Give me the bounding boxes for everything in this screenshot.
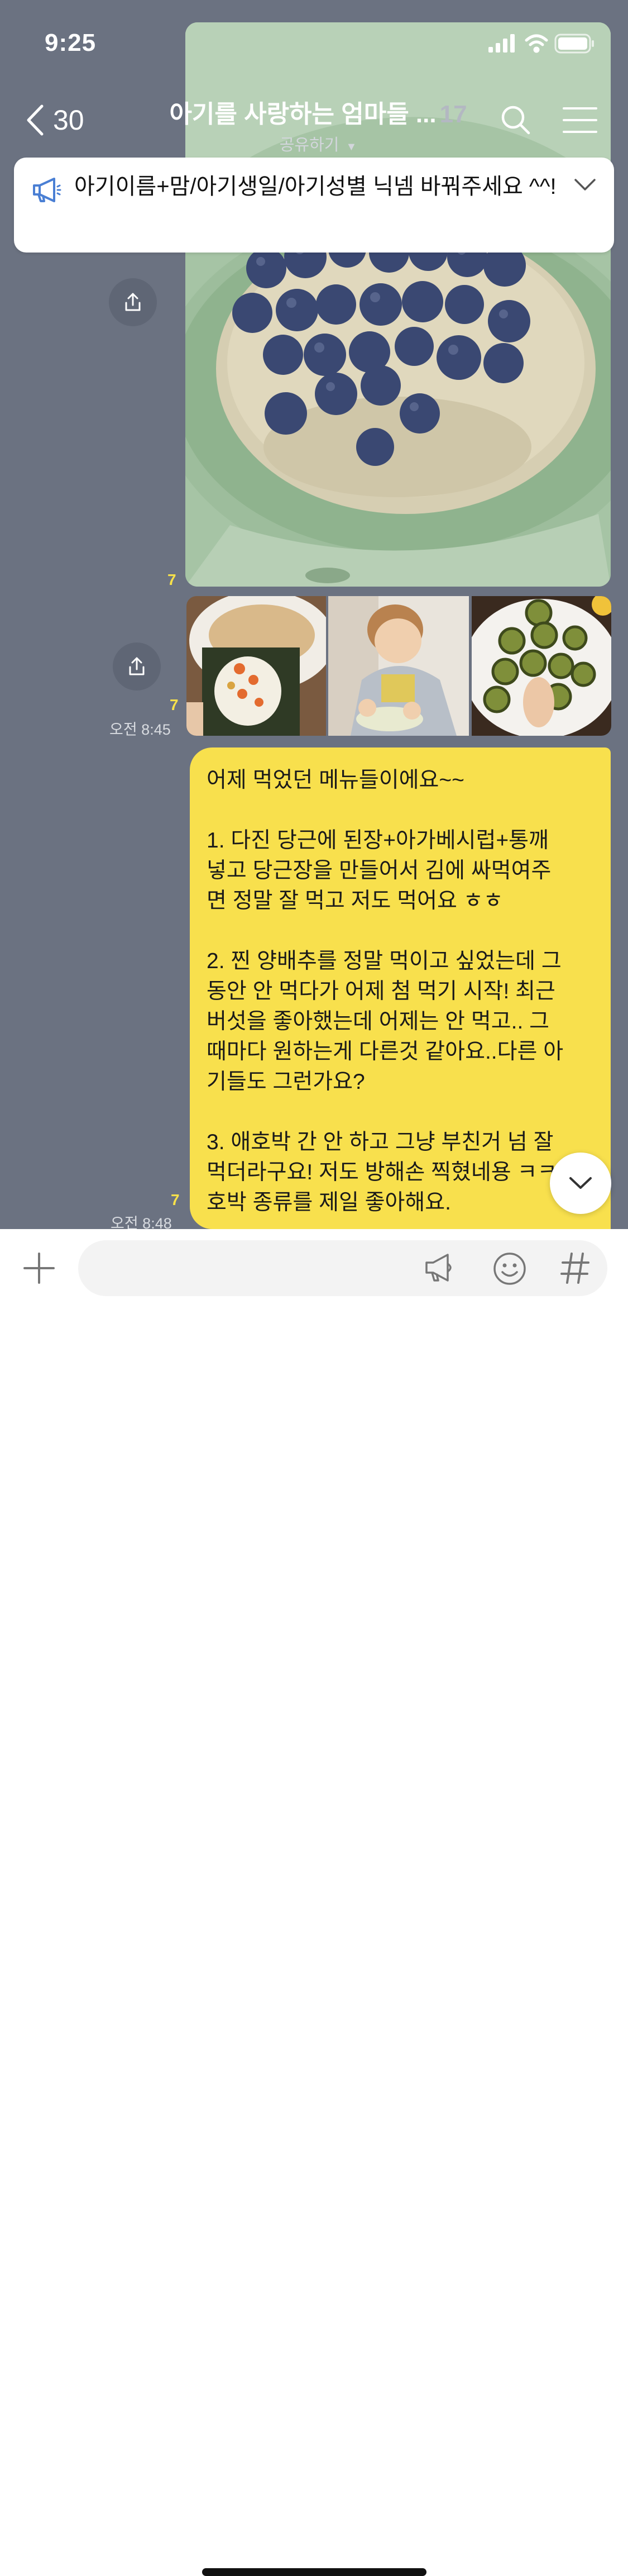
chevron-left-icon bbox=[27, 104, 44, 136]
share-label: 공유하기 bbox=[279, 136, 339, 154]
megaphone-icon bbox=[425, 1254, 452, 1282]
status-indicators bbox=[488, 34, 594, 54]
wifi-icon bbox=[525, 34, 548, 53]
zucchini-photo bbox=[472, 596, 611, 736]
read-count-photo: 7 bbox=[167, 571, 176, 588]
chat-title-area[interactable]: 아기를 사랑하는 엄마들 ... 17 공유하기 ▼ bbox=[151, 94, 486, 155]
search-icon bbox=[501, 106, 530, 135]
chat-header: 30 아기를 사랑하는 엄마들 ... 17 공유하기 ▼ bbox=[0, 84, 628, 156]
scroll-to-bottom-button[interactable] bbox=[550, 1153, 611, 1214]
home-indicator bbox=[202, 2568, 426, 2576]
album-photo-child[interactable] bbox=[328, 596, 469, 736]
unread-chats-count: 30 bbox=[53, 104, 84, 136]
announcement-button[interactable] bbox=[423, 1251, 457, 1288]
signal-icon bbox=[488, 34, 515, 53]
status-icons bbox=[488, 32, 600, 55]
notice-text: 아기이름+맘/아기생일/아기성별 닉넴 바꿔주세요 ^^! bbox=[74, 174, 557, 199]
megaphone-icon bbox=[32, 178, 62, 206]
smiley-icon bbox=[493, 1253, 526, 1285]
chat-area[interactable]: 7 7 오전 8:45 어제 먹었던 메뉴들이에요~~ 1. 다진 당근에 된장… bbox=[0, 0, 628, 1229]
seaweed-rice-photo bbox=[186, 596, 326, 736]
emoticon-button[interactable] bbox=[492, 1251, 527, 1289]
search-button[interactable] bbox=[500, 104, 532, 139]
share-icon bbox=[129, 657, 145, 675]
share-dropdown[interactable]: 공유하기 ▼ bbox=[151, 132, 486, 155]
message-input[interactable] bbox=[78, 1240, 607, 1296]
status-bar: 9:25 bbox=[0, 0, 628, 84]
album-photo-zucchini[interactable] bbox=[472, 596, 611, 736]
share-button-album[interactable] bbox=[113, 642, 161, 691]
message-time-text: 오전 8:48 bbox=[111, 1215, 172, 1229]
chevron-down-icon bbox=[574, 179, 596, 191]
status-time: 9:25 bbox=[45, 29, 97, 56]
message-input-bar bbox=[0, 1229, 628, 2576]
caret-down-icon: ▼ bbox=[346, 141, 357, 153]
attach-button[interactable] bbox=[22, 1251, 56, 1288]
message-time-album: 오전 8:45 bbox=[109, 721, 171, 738]
plus-icon bbox=[23, 1253, 55, 1284]
hashtag-icon bbox=[560, 1253, 589, 1284]
battery-icon bbox=[554, 34, 594, 54]
hamburger-menu-icon bbox=[563, 107, 597, 133]
share-icon bbox=[125, 293, 141, 311]
back-button[interactable]: 30 bbox=[25, 101, 84, 140]
read-count-album: 7 bbox=[170, 696, 179, 713]
album-photo-seaweed[interactable] bbox=[186, 596, 326, 736]
child-eating-photo bbox=[328, 596, 469, 736]
member-count: 17 bbox=[439, 101, 467, 128]
chevron-down-icon bbox=[569, 1177, 592, 1189]
menu-button[interactable] bbox=[563, 106, 597, 137]
text-message-bubble[interactable]: 어제 먹었던 메뉴들이에요~~ 1. 다진 당근에 된장+아가베시럽+통깨 넣고… bbox=[190, 747, 611, 1229]
share-button-photo[interactable] bbox=[109, 278, 157, 326]
pinned-notice[interactable]: 아기이름+맘/아기생일/아기성별 닉넴 바꿔주세요 ^^! bbox=[14, 158, 614, 253]
chat-title: 아기를 사랑하는 엄마들 ... bbox=[169, 101, 437, 128]
message-text: 어제 먹었던 메뉴들이에요~~ 1. 다진 당근에 된장+아가베시럽+통깨 넣고… bbox=[207, 768, 564, 1215]
read-count-text: 7 bbox=[171, 1191, 180, 1208]
expand-notice-button[interactable] bbox=[574, 178, 596, 195]
hashtag-search-button[interactable] bbox=[559, 1251, 591, 1288]
